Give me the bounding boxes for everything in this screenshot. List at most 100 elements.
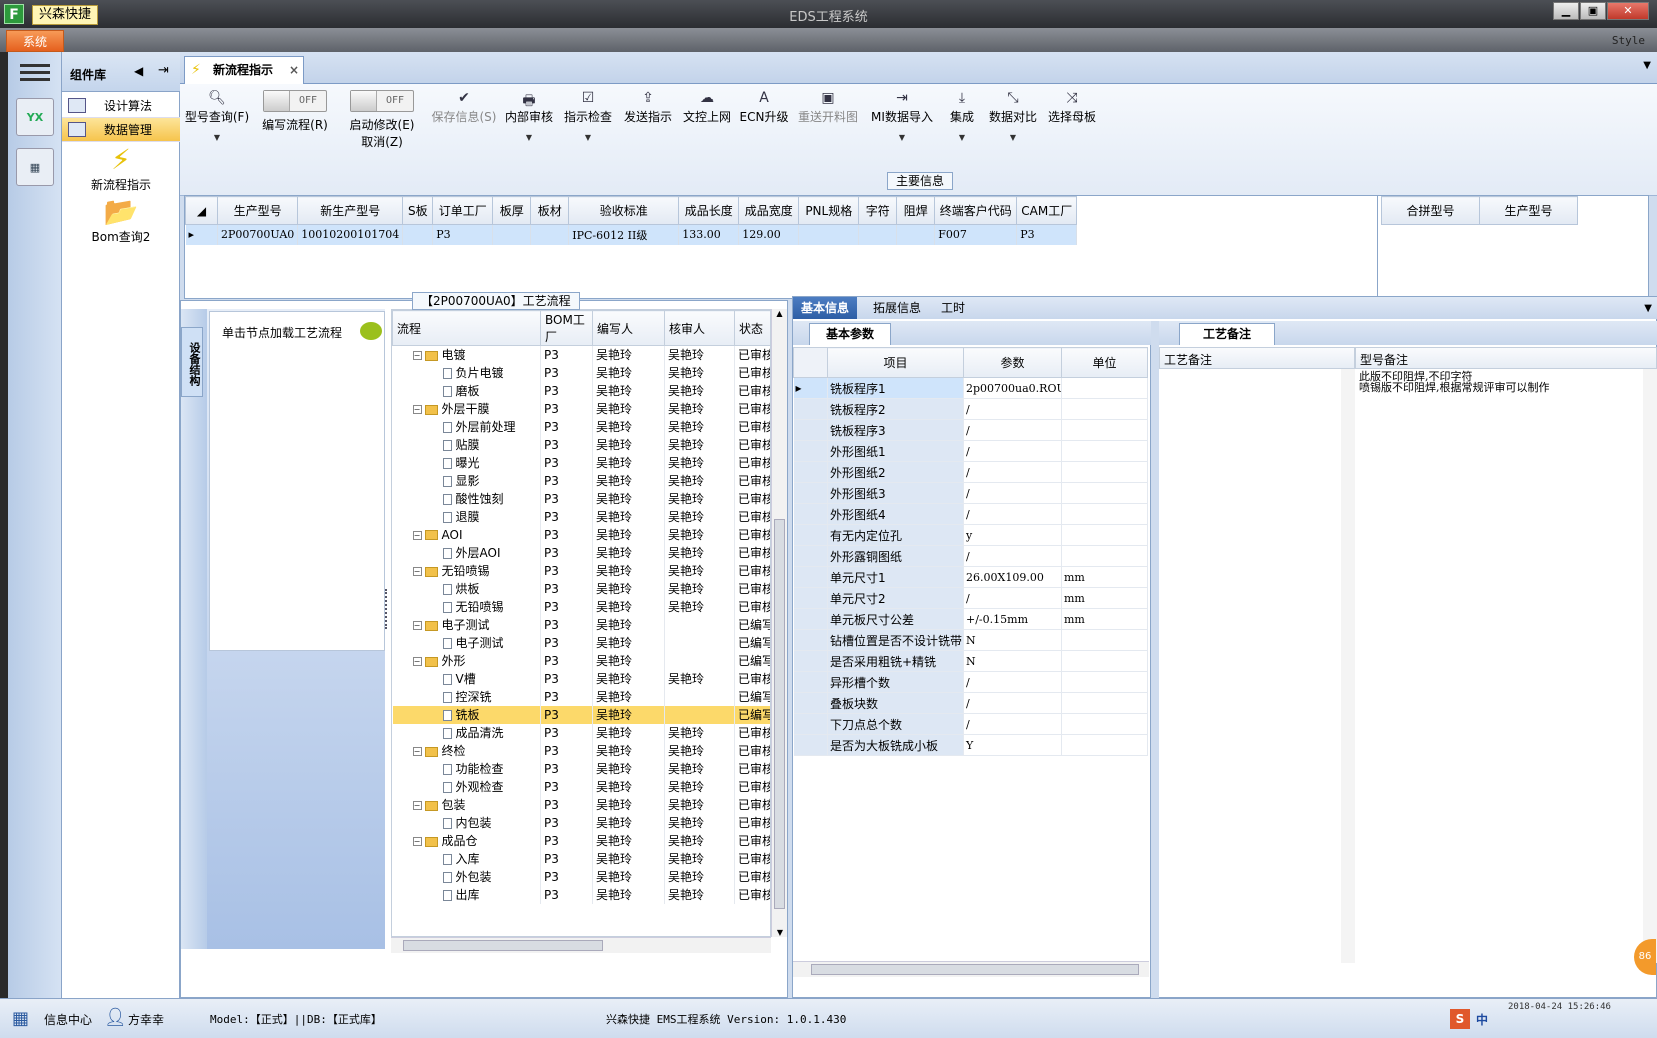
column-header[interactable]: 参数 bbox=[963, 347, 1062, 378]
tree-row[interactable]: 无铅喷锡 P3 吴艳玲 吴艳玲 已审核 bbox=[392, 597, 770, 616]
param-value[interactable]: / bbox=[963, 671, 1062, 693]
tree-row[interactable]: − 外层干膜 P3 吴艳玲 吴艳玲 已审核 bbox=[392, 399, 770, 418]
info-center-label[interactable]: 信息中心 bbox=[44, 1011, 92, 1028]
row-selector[interactable] bbox=[793, 545, 828, 567]
pin-icon[interactable]: ⇥ bbox=[158, 63, 169, 78]
row-selector[interactable] bbox=[793, 629, 828, 651]
tree-row[interactable]: V槽 P3 吴艳玲 吴艳玲 已审核 bbox=[392, 669, 770, 688]
tree-node[interactable]: 外观检查 bbox=[392, 777, 541, 796]
column-header[interactable]: 阻焊 bbox=[896, 196, 936, 225]
param-value[interactable]: N bbox=[963, 629, 1062, 651]
tree-row[interactable]: 外层前处理 P3 吴艳玲 吴艳玲 已审核 bbox=[392, 417, 770, 436]
tree-row[interactable]: 退膜 P3 吴艳玲 吴艳玲 已审核 bbox=[392, 507, 770, 526]
process-note-field[interactable] bbox=[1159, 369, 1355, 963]
tree-row[interactable]: 外观检查 P3 吴艳玲 吴艳玲 已审核 bbox=[392, 777, 770, 796]
tree-row[interactable]: − 外形 P3 吴艳玲 已编写 bbox=[392, 651, 770, 670]
column-header[interactable]: CAM工厂 bbox=[1016, 196, 1078, 225]
tree-row[interactable]: 成品清洗 P3 吴艳玲 吴艳玲 已审核 bbox=[392, 723, 770, 742]
row-selector[interactable] bbox=[793, 713, 828, 735]
ime-mode[interactable]: 中 bbox=[1476, 1011, 1488, 1028]
nav-item-design-algorithm[interactable]: 设计算法 bbox=[62, 94, 180, 118]
tree-node[interactable]: 显影 bbox=[392, 471, 541, 490]
column-header[interactable]: BOM工厂 bbox=[540, 310, 593, 346]
tree-row[interactable]: 显影 P3 吴艳玲 吴艳玲 已审核 bbox=[392, 471, 770, 490]
scroll-thumb[interactable] bbox=[774, 519, 785, 909]
model-query-button[interactable]: 🔍︎ 型号查询(F) ▼ bbox=[182, 90, 252, 180]
tree-node[interactable]: 铣板 bbox=[392, 705, 541, 724]
tree-row[interactable]: 控深铣 P3 吴艳玲 已编写 bbox=[392, 687, 770, 706]
column-header[interactable]: 生产型号 bbox=[216, 196, 299, 225]
column-header[interactable]: 成品长度 bbox=[678, 196, 740, 225]
dropdown-arrow-icon[interactable]: ▼ bbox=[182, 133, 252, 142]
tree-node[interactable]: − 包装 bbox=[392, 795, 541, 814]
tree-row[interactable]: 外包装 P3 吴艳玲 吴艳玲 已审核 bbox=[392, 867, 770, 886]
param-value[interactable]: 2p00700ua0.ROU bbox=[963, 377, 1062, 399]
param-value[interactable]: / bbox=[963, 398, 1062, 420]
row-selector[interactable] bbox=[793, 734, 828, 756]
collapse-node-icon[interactable]: − bbox=[412, 405, 422, 414]
close-window-button[interactable]: ✕ bbox=[1607, 2, 1649, 20]
param-row[interactable]: 下刀点总个数 / bbox=[793, 713, 1148, 735]
calculator-icon[interactable]: ▦ bbox=[16, 148, 54, 186]
param-value[interactable]: / bbox=[963, 440, 1062, 462]
params-horizontal-scrollbar[interactable] bbox=[793, 961, 1149, 977]
tree-row[interactable]: 铣板 P3 吴艳玲 已编写 bbox=[392, 705, 770, 724]
tree-row[interactable]: − 电子测试 P3 吴艳玲 已编写 bbox=[392, 615, 770, 634]
tree-node[interactable]: 成品清洗 bbox=[392, 723, 541, 742]
param-value[interactable]: / bbox=[963, 503, 1062, 525]
param-value[interactable]: N bbox=[963, 650, 1062, 672]
tree-node[interactable]: − 无铅喷锡 bbox=[392, 561, 541, 580]
hamburger-menu-icon[interactable] bbox=[20, 60, 50, 84]
tree-row[interactable]: 酸性蚀刻 P3 吴艳玲 吴艳玲 已审核 bbox=[392, 489, 770, 508]
tree-row[interactable]: − 电镀 P3 吴艳玲 吴艳玲 已审核 bbox=[392, 345, 770, 364]
tree-node[interactable]: − 电子测试 bbox=[392, 615, 541, 634]
tree-node[interactable]: 负片电镀 bbox=[392, 363, 541, 382]
scroll-thumb[interactable] bbox=[403, 940, 603, 951]
dropdown-arrow-icon[interactable]: ▼ bbox=[558, 133, 618, 142]
basic-params-title[interactable]: 基本参数 bbox=[809, 323, 891, 345]
system-menu-button[interactable]: 系统 bbox=[6, 30, 64, 52]
collapse-node-icon[interactable]: − bbox=[412, 801, 422, 810]
tree-node[interactable]: 内包装 bbox=[392, 813, 541, 832]
collapse-node-icon[interactable]: − bbox=[412, 657, 422, 666]
collapse-node-icon[interactable]: − bbox=[412, 530, 422, 540]
tab-extended-info[interactable]: 拓展信息 bbox=[865, 297, 929, 319]
dropdown-arrow-icon[interactable]: ▼ bbox=[940, 133, 984, 142]
table-row[interactable]: ▸ 2P00700UA0 10010200101704 P3 IPC-6012 II级 1… bbox=[185, 224, 1078, 245]
process-note-scrollbar[interactable] bbox=[1341, 369, 1355, 963]
param-value[interactable]: / bbox=[963, 713, 1062, 735]
collapse-node-icon[interactable]: − bbox=[412, 837, 422, 846]
node-list[interactable]: 单击节点加载工艺流程 bbox=[209, 311, 385, 651]
tree-row[interactable]: − 成品仓 P3 吴艳玲 吴艳玲 已审核 bbox=[392, 831, 770, 850]
column-header[interactable]: 终端客户代码 bbox=[934, 196, 1018, 225]
tree-row[interactable]: − 无铅喷锡 P3 吴艳玲 吴艳玲 已审核 bbox=[392, 561, 770, 580]
style-menu[interactable]: Style bbox=[1612, 34, 1645, 47]
tree-node[interactable]: 出库 bbox=[392, 885, 541, 904]
tree-row[interactable]: 内包装 P3 吴艳玲 吴艳玲 已审核 bbox=[392, 813, 770, 832]
collapse-node-icon[interactable]: − bbox=[412, 567, 422, 576]
tree-row[interactable]: 烘板 P3 吴艳玲 吴艳玲 已审核 bbox=[392, 579, 770, 598]
tree-node[interactable]: 电子测试 bbox=[392, 633, 541, 652]
column-header[interactable]: 生产型号 bbox=[1479, 196, 1578, 225]
ribbon-button-0[interactable]: ✔ 保存信息(S) bbox=[428, 90, 500, 180]
tree-row[interactable]: 磨板 P3 吴艳玲 吴艳玲 已审核 bbox=[392, 381, 770, 400]
column-header[interactable]: 验收标准 bbox=[568, 196, 680, 225]
collapse-handle[interactable] bbox=[385, 589, 389, 629]
model-note-scrollbar[interactable] bbox=[1643, 369, 1657, 963]
ribbon-button-2[interactable]: ☑ 指示检查 ▼ bbox=[558, 90, 618, 180]
model-note-field[interactable]: 此版不印阻焊,不印字符 喷锡版不印阻焊,根据常规评审可以制作 bbox=[1359, 371, 1639, 393]
param-value[interactable]: / bbox=[963, 419, 1062, 441]
param-row[interactable]: 单元尺寸2/mm bbox=[793, 587, 1148, 609]
tree-node[interactable]: − 成品仓 bbox=[392, 831, 541, 850]
tree-row[interactable]: 功能检查 P3 吴艳玲 吴艳玲 已审核 bbox=[392, 759, 770, 778]
process-notes-title[interactable]: 工艺备注 bbox=[1179, 323, 1275, 345]
tree-node[interactable]: 无铅喷锡 bbox=[392, 597, 541, 616]
tree-row[interactable]: − AOI P3 吴艳玲 吴艳玲 已审核 bbox=[392, 525, 770, 544]
column-header[interactable]: PNL规格 bbox=[798, 196, 860, 225]
scroll-thumb[interactable] bbox=[811, 964, 1139, 975]
table-cell[interactable] bbox=[492, 224, 532, 245]
new-flow-tool[interactable]: ⚡ 新流程指示 bbox=[62, 144, 180, 193]
detail-tab-dropdown-icon[interactable]: ▼ bbox=[1644, 303, 1652, 314]
param-value[interactable]: / bbox=[963, 461, 1062, 483]
param-value[interactable]: y bbox=[963, 524, 1062, 546]
